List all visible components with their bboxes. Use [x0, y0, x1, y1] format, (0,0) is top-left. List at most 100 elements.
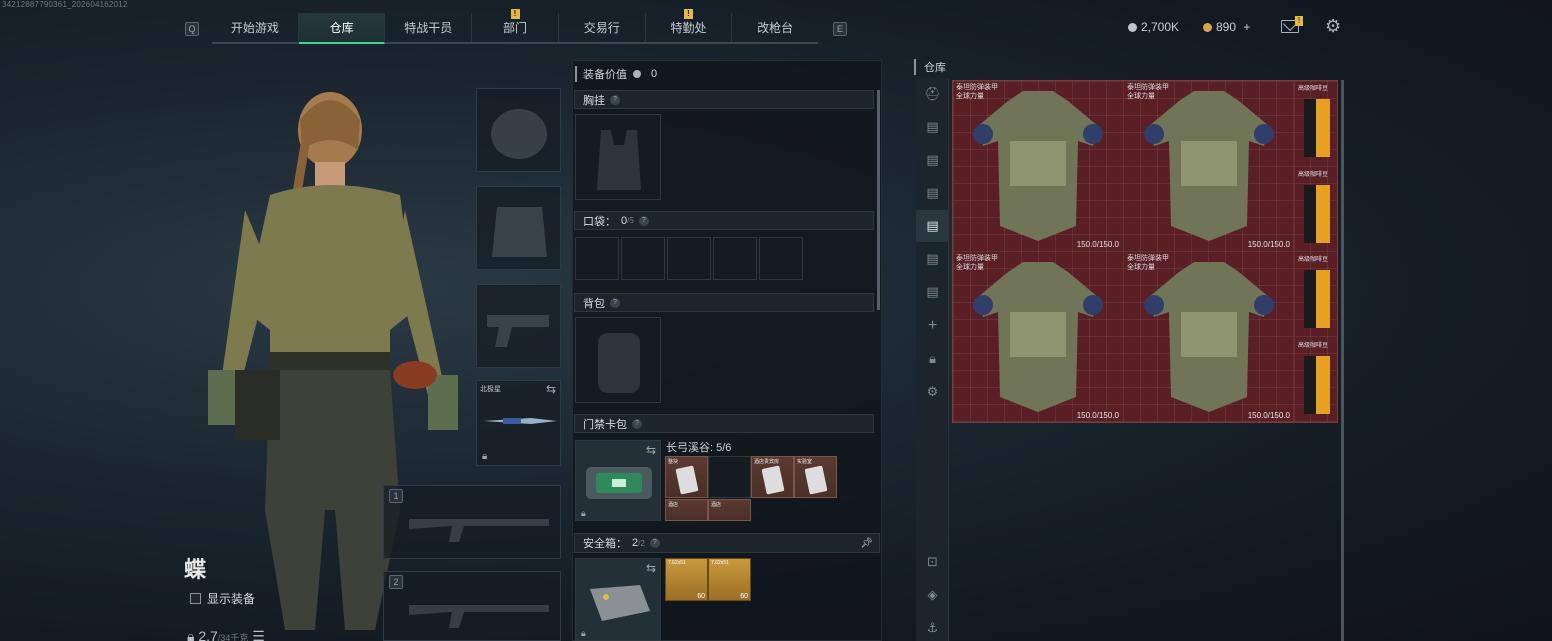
storage-sidebar: ⛑ ▤ ▤ ▤ ▤ ▤ ▤ + 🔒︎ ⚙ ⊡ ◈ ⚓︎ [916, 78, 949, 641]
tab-special-ops[interactable]: ! 特勤处 [646, 9, 733, 42]
equipment-value: 装备价值 0 [575, 66, 657, 82]
keycard-item[interactable]: 实验室 [794, 456, 837, 498]
coffee-item[interactable]: 高级咖啡豆 [1294, 252, 1338, 337]
keycard-name: 酒店 [668, 502, 679, 508]
tab-warehouse[interactable]: 仓库 [298, 13, 386, 44]
checkbox-icon[interactable] [190, 593, 201, 604]
nav-left-key[interactable]: Q [185, 22, 199, 36]
safebox-icon [590, 585, 650, 621]
armor-vest-icon [1144, 262, 1274, 412]
pocket-slot[interactable] [759, 237, 803, 280]
shelf-5-icon[interactable]: ▤ [916, 243, 949, 275]
keycard-name: 实验室 [797, 459, 813, 465]
melee-slot[interactable]: 北极星 ⇆ 🔒︎ [476, 380, 561, 466]
ammo-count: 60 [740, 593, 748, 600]
slot-number: 1 [389, 489, 403, 503]
ammo-box-item[interactable]: 7.62x51 60 [665, 558, 708, 601]
settings-gear-icon[interactable]: ⚙ [1325, 17, 1341, 35]
operator-name: 蝶 [184, 557, 207, 582]
layers-icon[interactable]: ◈ [916, 579, 949, 611]
primary-weapon-slot[interactable]: 1 [383, 485, 561, 559]
help-icon[interactable]: ? [610, 297, 620, 308]
gold-coin-icon [1203, 23, 1212, 32]
chest-rig-icon [597, 130, 641, 190]
pocket-slot[interactable] [621, 237, 665, 280]
pocket-slot[interactable] [575, 237, 619, 280]
tab-department[interactable]: ! 部门 [472, 9, 559, 42]
secondary-weapon-slot[interactable]: 2 [383, 571, 561, 641]
rifle-icon [409, 605, 549, 628]
helmet-icon[interactable]: ⛑ [916, 78, 949, 110]
pocket-slot[interactable] [713, 237, 757, 280]
add-currency-button[interactable]: + [1243, 20, 1250, 34]
loadout-scrollbar[interactable] [877, 90, 880, 310]
ammo-name: 7.62x51 [711, 560, 729, 566]
weight-max: /34千克 [217, 633, 249, 641]
settings-icon[interactable]: ⚙ [916, 376, 949, 408]
tab-trading[interactable]: 交易行 [559, 13, 646, 42]
show-gear-label: 显示装备 [207, 592, 256, 606]
help-icon[interactable]: ? [632, 418, 642, 429]
safebox-slot[interactable]: ⇆ 🔒︎ [575, 558, 661, 641]
shelf-2-icon[interactable]: ▤ [916, 144, 949, 176]
pin-icon[interactable]: 📌︎ [860, 538, 873, 549]
armor-vest-icon [1144, 91, 1274, 241]
safebox-max: /2 [638, 538, 645, 548]
swap-icon[interactable]: ⇆ [646, 443, 656, 457]
tab-operators[interactable]: 特战干员 [385, 13, 473, 42]
help-icon[interactable]: ? [610, 94, 620, 105]
melee-name: 北极星 [480, 386, 501, 393]
help-icon[interactable]: ? [649, 538, 660, 548]
equipment-value-amount: 0 [651, 68, 658, 80]
keycard-slot[interactable] [708, 456, 751, 498]
armor-slot[interactable] [476, 186, 561, 270]
keycard-item[interactable]: 酒店 [665, 499, 708, 521]
item-durability: 150.0/150.0 [1076, 240, 1119, 249]
armor-vest-icon [973, 262, 1103, 412]
tab-start-game[interactable]: 开始游戏 [212, 13, 299, 42]
shelf-6-icon[interactable]: ▤ [916, 276, 949, 308]
notification-badge: ! [510, 9, 520, 19]
tab-gunsmith[interactable]: 改枪台 [732, 13, 818, 42]
swap-icon[interactable]: ⇆ [546, 382, 556, 396]
help-icon[interactable]: ? [638, 215, 649, 226]
armor-item[interactable]: 泰坦防弹装甲 全球力量 150.0/150.0 [1124, 252, 1294, 422]
ammo-box-item[interactable]: 7.62x51 60 [708, 558, 751, 601]
keycard-item[interactable]: 酒店 [708, 499, 751, 521]
helmet-icon [491, 109, 547, 159]
coffee-item[interactable]: 高级咖啡豆 [1294, 167, 1338, 252]
keycard-item[interactable]: 整块 [665, 456, 708, 498]
helmet-slot[interactable] [476, 88, 561, 172]
armor-item[interactable]: 泰坦防弹装甲 全球力量 150.0/150.0 [953, 81, 1123, 251]
list-icon[interactable]: ☰ [252, 628, 265, 641]
coffee-item[interactable]: 高级咖啡豆 [1294, 338, 1338, 423]
storage-scrollbar[interactable] [1341, 80, 1344, 641]
nav-right-key[interactable]: E [833, 22, 847, 36]
armor-item[interactable]: 泰坦防弹装甲 全球力量 150.0/150.0 [953, 252, 1123, 422]
tab-label: 特勤处 [670, 21, 707, 35]
item-durability: 150.0/150.0 [1247, 240, 1290, 249]
chest-rig-slot[interactable] [575, 114, 661, 200]
pocket-slot[interactable] [667, 237, 711, 280]
anchor-icon[interactable]: ⚓︎ [916, 612, 949, 641]
lock-icon: 🔒︎ [187, 628, 195, 641]
swap-icon[interactable]: ⇆ [646, 561, 656, 575]
coin-icon [633, 70, 641, 78]
shelf-1-icon[interactable]: ▤ [916, 111, 949, 143]
add-icon[interactable]: + [916, 310, 949, 342]
lock-icon[interactable]: 🔒︎ [916, 343, 949, 375]
mail-badge: ! [1295, 16, 1303, 26]
backpack-slot[interactable] [575, 317, 661, 403]
pockets-max: /5 [627, 216, 634, 225]
currency-secondary: 890 + [1203, 20, 1250, 34]
keycard-case-slot[interactable]: ⇆ 🔒︎ [575, 440, 661, 521]
sort-icon[interactable]: ⊡ [916, 546, 949, 578]
keycard-item[interactable]: 酒店贵宾房 [751, 456, 794, 498]
shelf-4-icon[interactable]: ▤ [916, 210, 949, 242]
armor-item[interactable]: 泰坦防弹装甲 全球力量 150.0/150.0 [1124, 81, 1294, 251]
pistol-slot[interactable] [476, 284, 561, 368]
coffee-item[interactable]: 高级咖啡豆 [1294, 81, 1338, 166]
show-gear-toggle[interactable]: 显示装备 [190, 590, 255, 607]
currency-secondary-value: 890 [1216, 20, 1237, 34]
shelf-3-icon[interactable]: ▤ [916, 177, 949, 209]
